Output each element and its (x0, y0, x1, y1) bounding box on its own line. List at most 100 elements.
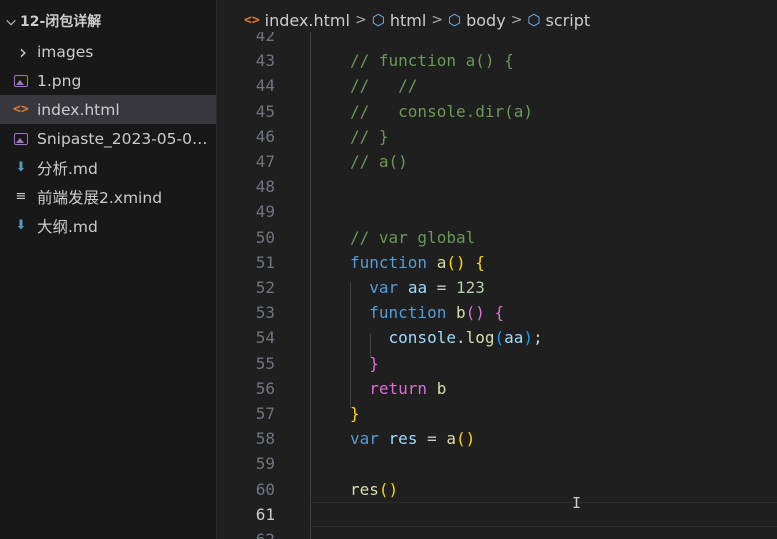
code-token: // console.dir(a) (350, 101, 534, 121)
code-text: // var global (350, 225, 475, 250)
line-number: 55 (255, 353, 275, 373)
code-line[interactable]: 52 var aa = 123 (218, 275, 777, 300)
line-number: 59 (255, 454, 275, 474)
code-line[interactable]: 49 (218, 199, 777, 224)
breadcrumb-label: index.html (264, 10, 350, 30)
file-item-folder-0[interactable]: › images (0, 37, 216, 66)
code-token: aa (504, 328, 524, 348)
code-token: a (446, 429, 456, 449)
breadcrumb-item-0[interactable]: <> index.html (244, 11, 350, 30)
line-number: 45 (255, 101, 275, 121)
code-token: } (350, 404, 360, 423)
line-number: 52 (255, 278, 275, 297)
image-file-icon (12, 74, 30, 87)
breadcrumb-item-3[interactable]: ⬡ script (527, 11, 590, 30)
code-line[interactable]: 54 console.log(aa); (218, 325, 777, 350)
cube-icon: ⬡ (448, 11, 462, 29)
code-line[interactable]: 60 res() (218, 477, 777, 502)
code-text: console.log(aa); (350, 325, 543, 350)
code-line[interactable]: 48 (218, 174, 777, 199)
code-line[interactable]: 56 return b (218, 376, 777, 401)
code-token: b (436, 378, 447, 398)
code-text: function b() { (350, 300, 504, 325)
code-token: log (465, 328, 495, 348)
breadcrumb-separator: > (354, 12, 367, 28)
code-token: ) (523, 328, 534, 348)
line-number: 42 (255, 32, 275, 45)
code-token: . (455, 328, 466, 348)
code-line[interactable]: 55 } (218, 351, 777, 376)
code-text: // // (350, 73, 417, 98)
breadcrumb-item-1[interactable]: ⬡ html (372, 11, 427, 30)
code-line[interactable]: 53 function b() { (218, 300, 777, 325)
file-item-4[interactable]: ⬇ 分析.md (0, 153, 216, 182)
code-token: var (350, 429, 379, 449)
code-text: } (350, 401, 360, 426)
breadcrumb-label: script (545, 10, 591, 30)
markdown-file-icon: ⬇ (15, 160, 27, 175)
code-text: return b (350, 376, 446, 401)
line-number: 53 (255, 303, 275, 323)
line-number: 43 (255, 51, 275, 71)
code-line[interactable]: 59 (218, 451, 777, 476)
cube-icon: ⬡ (371, 11, 385, 29)
code-editor[interactable]: 42 43 // function a() { 44 // // 45 // console… (218, 32, 777, 539)
code-text: res() (350, 477, 398, 502)
line-number: 48 (255, 177, 275, 197)
line-number: 49 (255, 202, 275, 222)
file-label: Snipaste_2023-05-09... (37, 129, 215, 148)
file-item-6[interactable]: ⬇ 大纲.md (0, 211, 216, 240)
code-token: () (446, 252, 466, 272)
file-item-1[interactable]: 1.png (0, 66, 216, 95)
file-list: › images 1.png <> index.html Snipaste_2023-05… (0, 37, 216, 240)
code-token: aa (407, 278, 428, 297)
code-line[interactable]: 62 (218, 527, 777, 539)
chevron-down-icon: ⌵ (6, 13, 16, 28)
line-number: 44 (255, 76, 275, 96)
code-line[interactable]: 47 // a() (218, 149, 777, 174)
line-number: 62 (218, 527, 275, 539)
code-token: b (455, 303, 466, 323)
file-item-5[interactable]: ≡ 前端发展2.xmind (0, 182, 216, 211)
code-line[interactable]: 50 // var global (218, 225, 777, 250)
code-token: // function a() { (350, 51, 514, 71)
code-line[interactable]: 46 // } (218, 124, 777, 149)
file-label: 分析.md (37, 159, 98, 178)
code-text: } (350, 351, 379, 376)
folder-12-closure[interactable]: ⌵ 12-闭包详解 (0, 8, 216, 34)
code-token: // a() (350, 152, 408, 171)
file-item-2[interactable]: <> index.html (0, 95, 216, 124)
cube-icon: ⬡ (527, 11, 541, 29)
image-file-icon (12, 132, 30, 145)
breadcrumb-separator: > (510, 12, 523, 28)
folder-label: 12-闭包详解 (20, 14, 102, 30)
code-line[interactable]: 51 function a() { (218, 250, 777, 275)
file-label: images (37, 42, 94, 61)
code-token: a (436, 252, 447, 272)
file-item-3[interactable]: Snipaste_2023-05-09... (0, 124, 216, 153)
code-line[interactable]: 42 (218, 32, 777, 48)
code-line[interactable]: 57} (218, 401, 777, 426)
line-number: 47 (255, 152, 275, 171)
code-text: // a() (350, 149, 408, 174)
code-token: 123 (455, 278, 485, 297)
code-line[interactable]: 45 // console.dir(a) (218, 99, 777, 124)
breadcrumb-item-2[interactable]: ⬡ body (448, 11, 506, 30)
code-text: // console.dir(a) (350, 99, 533, 124)
code-line[interactable]: 43 // function a() { (218, 48, 777, 73)
code-token: () (456, 429, 476, 449)
code-token: return (369, 378, 428, 398)
line-number: 50 (255, 227, 275, 247)
code-token: function (369, 303, 447, 323)
code-line[interactable]: 61 (256, 501, 777, 527)
code-line[interactable]: 44 // // (218, 73, 777, 98)
code-line[interactable]: 58 var res = a() (218, 426, 777, 451)
code-token: console (388, 328, 456, 348)
